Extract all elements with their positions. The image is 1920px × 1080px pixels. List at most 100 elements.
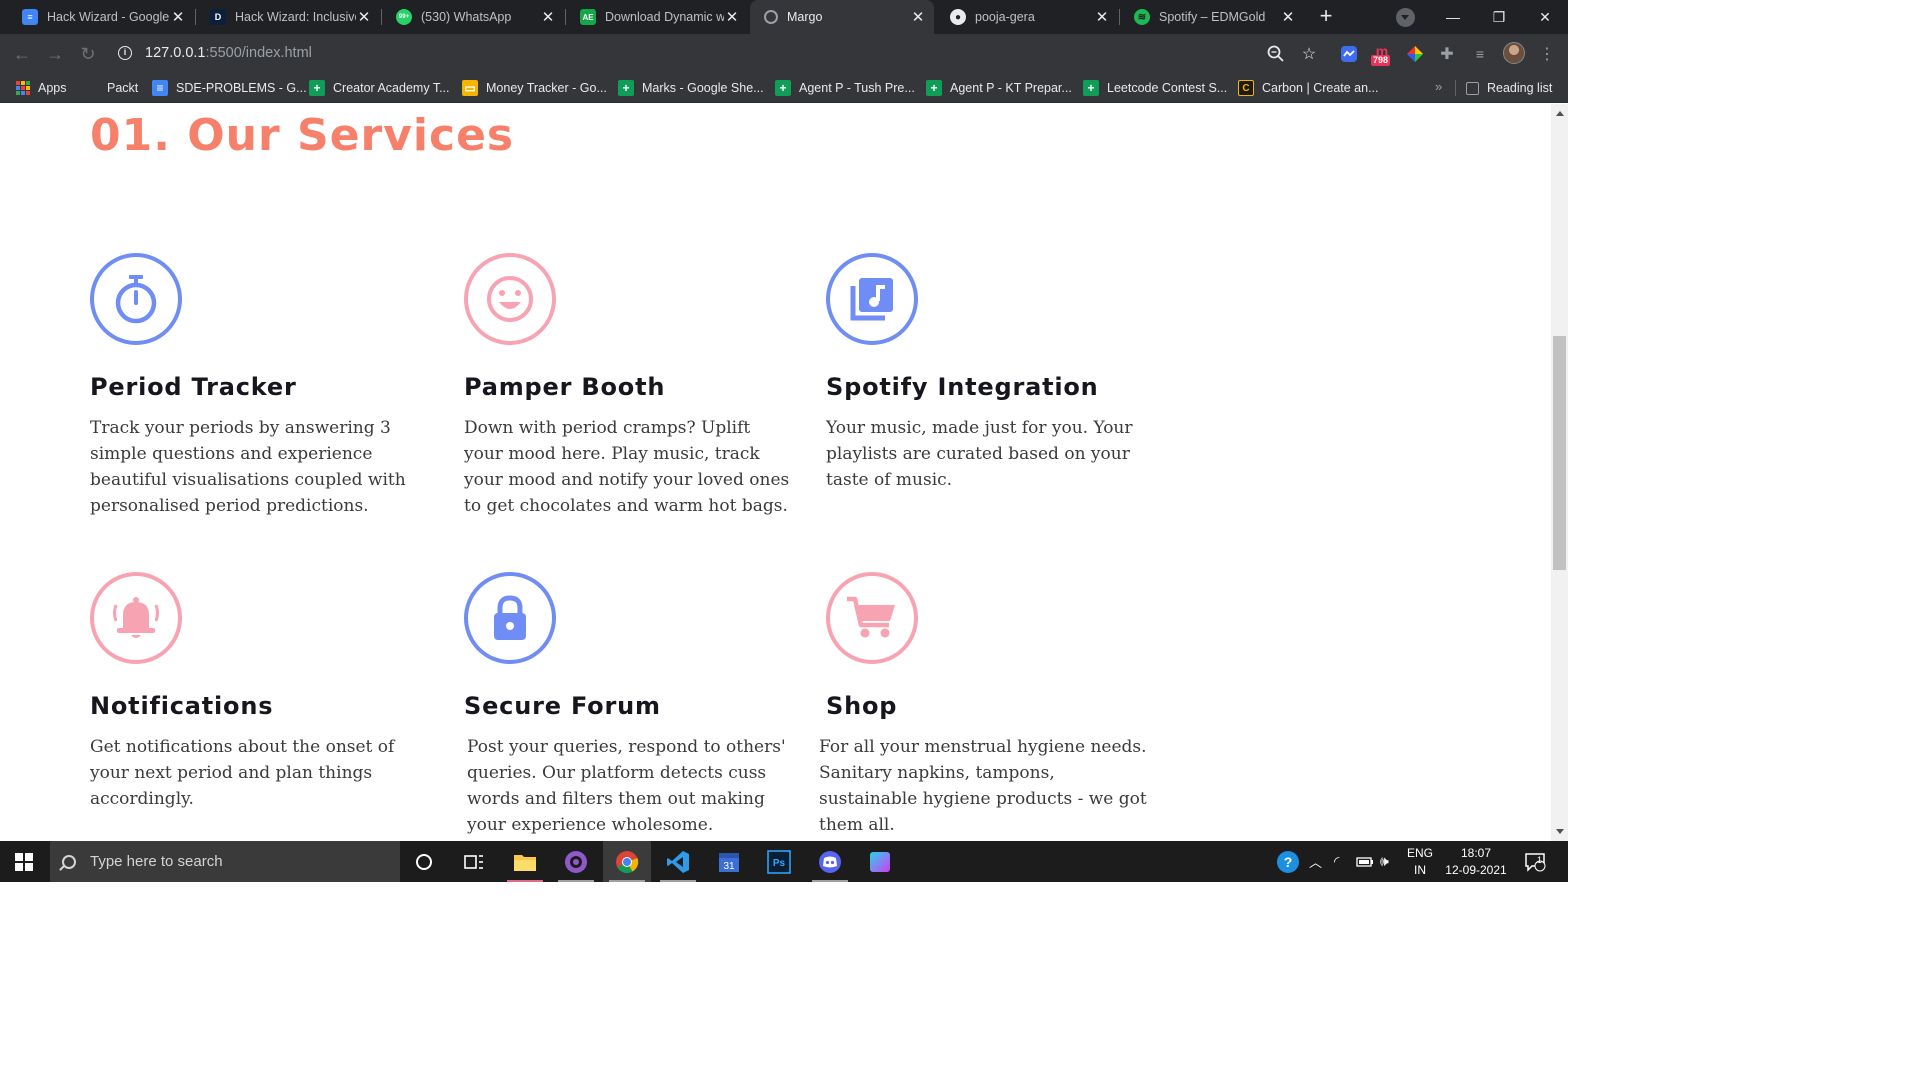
cortana-icon[interactable] [400,841,448,882]
windows-start-icon[interactable] [15,853,33,871]
globe-icon [764,10,778,24]
browser-tab[interactable]: ≋ Spotify – EDMGold ✕ [1120,0,1304,34]
service-description: Post your queries, respond to others' qu… [467,737,786,835]
bookmark-label: Creator Academy T... [333,81,450,95]
browser-tab[interactable]: 99+ (530) WhatsApp ✕ [382,0,564,34]
close-icon[interactable]: ✕ [356,8,372,26]
bookmarks-divider [1455,80,1456,96]
service-description: For all your menstrual hygiene needs. Sa… [819,737,1147,835]
app-running-indicator [507,880,543,882]
sheets-icon: + [775,80,791,96]
bookmark-packt[interactable]: Packt [107,79,138,97]
bookmark-agent-p-kt[interactable]: + Agent P - KT Prepar... [926,79,1072,97]
address-bar[interactable]: 127.0.0.1:5500/index.html [145,45,312,61]
close-icon[interactable]: ✕ [170,8,186,26]
app-running-indicator [558,880,594,882]
gradient-app-icon[interactable] [856,841,904,882]
sheets-icon: + [1083,80,1099,96]
scroll-up-arrow-icon[interactable] [1556,111,1564,116]
extension-messenger-icon[interactable] [1338,43,1360,65]
service-card: Period Tracker Track your periods by ans… [90,253,460,519]
close-icon[interactable]: ✕ [1280,8,1296,26]
clock[interactable]: 18:07 12-09-2021 [1444,841,1508,882]
url-host: 127.0.0.1 [145,45,206,61]
service-card: Notifications Get notifications about th… [90,572,460,812]
reading-list-button[interactable]: Reading list [1466,79,1552,97]
tab-title: pooja-gera [975,10,1035,24]
bookmarks-overflow-button[interactable]: » [1435,79,1442,94]
spotify-icon: ≋ [1134,9,1150,25]
extensions-puzzle-icon[interactable]: ✚ [1436,43,1458,65]
tab-title: Hack Wizard - Google [47,10,170,24]
service-title: Shop [826,692,898,720]
back-arrow-icon[interactable]: ← [10,42,34,66]
bookmark-sde-problems[interactable]: ≡ SDE-PROBLEMS - G... [152,79,307,97]
file-explorer-icon[interactable] [501,841,549,882]
sheets-icon: + [926,80,942,96]
help-icon[interactable]: ? [1276,841,1300,882]
calendar-icon[interactable]: 31 [705,841,753,882]
scroll-down-arrow-icon[interactable] [1556,829,1564,834]
task-view-icon[interactable] [450,841,498,882]
bookmark-apps[interactable]: Apps [16,79,67,97]
extension-colorpicker-icon[interactable] [1404,43,1426,65]
scrollbar-thumb[interactable] [1553,336,1566,570]
close-icon[interactable]: ✕ [910,8,926,26]
reading-mode-icon[interactable]: ≡ [1469,43,1491,65]
section-title: 01. Our Services [90,110,515,161]
forward-arrow-icon[interactable]: → [43,42,67,66]
tab-search-icon[interactable] [1396,8,1415,27]
service-title: Notifications [90,692,274,720]
service-card: Secure Forum Post your queries, respond … [464,572,834,838]
bookmark-agent-p-tush[interactable]: + Agent P - Tush Pre... [775,79,915,97]
close-icon[interactable]: ✕ [1094,8,1110,26]
new-tab-button[interactable]: + [1313,5,1339,29]
browser-tab-active[interactable]: Margo ✕ [750,0,934,34]
chevron-up-icon[interactable]: ︿ [1309,841,1322,882]
browser-tab-strip: ≡ Hack Wizard - Google ✕ D Hack Wizard: … [0,0,1568,34]
bookmark-label: Agent P - KT Prepar... [950,81,1072,95]
close-icon[interactable]: ✕ [540,8,556,26]
discord-icon[interactable] [806,841,854,882]
close-icon[interactable]: ✕ [724,8,740,26]
tab-title: Download Dynamic w [605,10,724,24]
bookmark-label: Agent P - Tush Pre... [799,81,915,95]
photoshop-icon[interactable]: Ps [755,841,803,882]
bookmark-creator-academy[interactable]: + Creator Academy T... [309,79,450,97]
bookmarks-bar: Apps Packt ≡ SDE-PROBLEMS - G... + Creat… [0,73,1568,103]
language-indicator[interactable]: ENG IN [1407,841,1433,882]
bookmark-leetcode-contest[interactable]: + Leetcode Contest S... [1083,79,1227,97]
bookmark-carbon[interactable]: C Carbon | Create an... [1238,79,1379,97]
tab-title: Spotify – EDMGold [1159,10,1266,24]
bookmark-money-tracker[interactable]: ▭ Money Tracker - Go... [462,79,607,97]
reading-list-label: Reading list [1487,81,1553,95]
google-docs-icon: ≡ [22,9,38,25]
maximize-button[interactable]: ❐ [1476,0,1522,34]
app-running-indicator [609,880,645,882]
lock-icon [464,572,556,664]
reload-icon[interactable]: ↻ [76,42,100,66]
vscode-icon[interactable] [654,841,702,882]
page-scrollbar[interactable] [1551,104,1568,841]
site-info-icon[interactable]: i [118,46,132,60]
battery-icon[interactable] [1356,841,1374,882]
docs-icon: ≡ [152,80,168,96]
notifications-icon[interactable]: 1 [1524,841,1546,882]
bookmark-label: Marks - Google She... [642,81,764,95]
taskbar-search-input[interactable]: Type here to search [50,841,400,882]
zoom-icon[interactable] [1265,43,1287,65]
close-window-button[interactable]: ✕ [1522,0,1568,34]
minimize-button[interactable]: — [1430,0,1476,34]
browser-tab[interactable]: D Hack Wizard: Inclusive ✕ [196,0,380,34]
bookmark-star-icon[interactable]: ☆ [1298,43,1320,65]
browser-tab[interactable]: ≡ Hack Wizard - Google ✕ [8,0,194,34]
browser-tab[interactable]: ● pooja-gera ✕ [936,0,1118,34]
menu-dots-icon[interactable]: ⋮ [1536,43,1558,65]
volume-icon[interactable]: 🕪 [1380,841,1389,882]
browser-tab[interactable]: AE Download Dynamic w ✕ [566,0,748,34]
profile-avatar[interactable] [1503,42,1525,64]
wifi-icon[interactable]: ◜ [1334,841,1339,882]
chrome-icon[interactable] [603,841,651,882]
bookmark-marks[interactable]: + Marks - Google She... [618,79,764,97]
github-desktop-icon[interactable] [552,841,600,882]
